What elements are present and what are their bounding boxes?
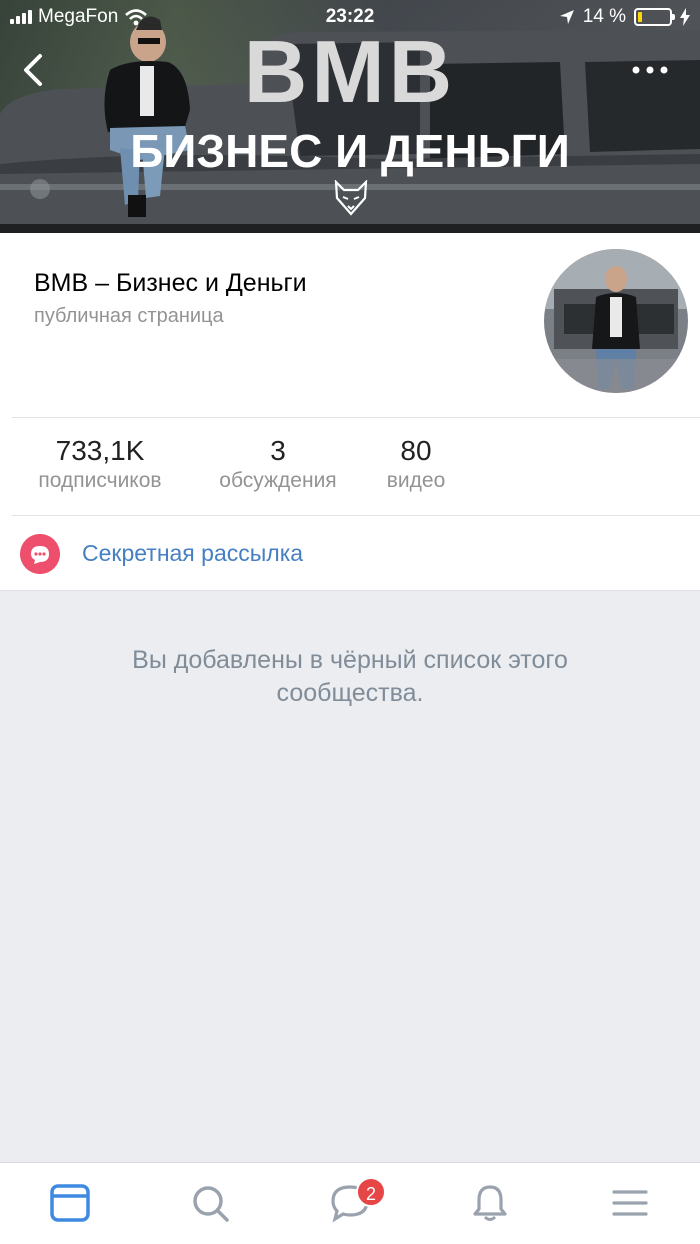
- divider: [0, 590, 700, 591]
- group-avatar[interactable]: [544, 249, 688, 393]
- counter-value: 733,1K: [55, 435, 145, 466]
- counter-value: 80: [400, 435, 432, 466]
- charging-icon: [680, 8, 690, 26]
- menu-icon[interactable]: [610, 1183, 650, 1223]
- secret-newsletter-link[interactable]: Секретная рассылка: [0, 515, 700, 591]
- location-icon: [559, 10, 574, 24]
- battery-level: [638, 12, 643, 22]
- group-type: публичная страница: [34, 305, 224, 327]
- counter-value: 3: [270, 435, 286, 466]
- counter-videos[interactable]: 80 видео: [378, 435, 454, 493]
- group-name: ВМВ – Бизнес и Деньги: [34, 269, 307, 297]
- cover-logo: ВМВ: [243, 22, 457, 121]
- back-button[interactable]: [18, 48, 50, 92]
- blacklist-message: Вы добавлены в чёрный список этого сообщ…: [132, 646, 568, 707]
- newsletter-label: Секретная рассылка: [82, 540, 304, 566]
- counter-label: видео: [386, 469, 446, 492]
- battery-percent: 14 %: [582, 6, 626, 27]
- counter-label: обсуждения: [219, 469, 337, 492]
- counter-label: подписчиков: [38, 469, 162, 492]
- wolf-logo-icon: [334, 180, 368, 216]
- cover-title: БИЗНЕС И ДЕНЬГИ: [130, 125, 570, 177]
- messages-badge: 2: [356, 1177, 386, 1207]
- feed-icon[interactable]: [50, 1183, 90, 1223]
- notifications-icon[interactable]: [470, 1183, 510, 1223]
- tab-bar: [0, 1162, 700, 1244]
- cover-image: ВМВ БИЗНЕС И ДЕНЬГИ MegaFon 23:22 14 %: [0, 0, 700, 233]
- battery-icon: [634, 8, 675, 26]
- counter-subscribers[interactable]: 733,1K подписчиков: [26, 435, 174, 493]
- group-header: ВМВ – Бизнес и Деньги публичная страница…: [0, 233, 700, 591]
- more-options-button[interactable]: [630, 60, 670, 80]
- chat-bubble-icon: [20, 534, 60, 574]
- search-icon[interactable]: [190, 1183, 230, 1223]
- counter-discussions[interactable]: 3 обсуждения: [206, 435, 350, 493]
- counters-row: 733,1K подписчиков 3 обсуждения 80 видео: [0, 417, 700, 515]
- status-bar: MegaFon 23:22 14 %: [0, 0, 700, 36]
